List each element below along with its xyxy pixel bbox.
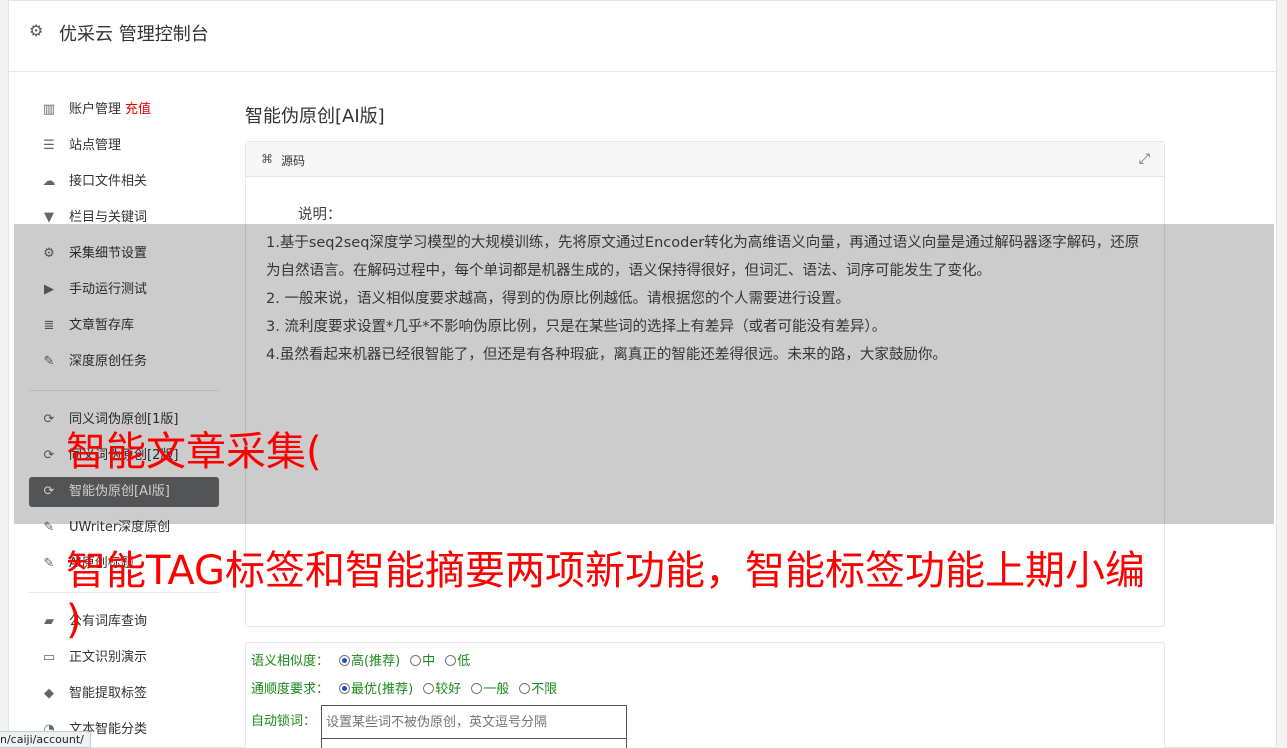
radio-icon[interactable] bbox=[445, 655, 457, 666]
recharge-link[interactable]: 充值 bbox=[125, 102, 151, 117]
file-code-icon: ⌘ bbox=[261, 152, 273, 166]
sidebar-item-label: 正文识别演示 bbox=[69, 650, 148, 665]
radio-icon[interactable] bbox=[410, 655, 422, 666]
sidebar-item-label: 账户管理 bbox=[69, 102, 122, 117]
tag-icon: ◆ bbox=[44, 686, 54, 701]
auto-lock-row: 自动锁词： bbox=[251, 711, 316, 733]
fluency-option-good[interactable]: 较好 bbox=[423, 682, 461, 697]
edit-icon: ✎ bbox=[43, 556, 55, 571]
sidebar-item-account[interactable]: ▥ 账户管理 充值 bbox=[29, 92, 219, 128]
bar-chart-icon: ▥ bbox=[42, 102, 56, 117]
similarity-row: 语义相似度： 高(推荐) 中低 bbox=[251, 651, 470, 673]
similarity-option-low[interactable]: 低 bbox=[445, 654, 470, 669]
panel-header-label: 源码 bbox=[281, 154, 306, 168]
console-title: 优采云 管理控制台 bbox=[59, 24, 209, 45]
status-bar-url: n/caiji/account/ bbox=[0, 731, 91, 748]
page-title: 智能伪原创[AI版] bbox=[245, 106, 385, 127]
grey-overlay bbox=[14, 224, 1274, 524]
radio-icon[interactable] bbox=[339, 655, 351, 666]
sidebar-item-sites[interactable]: ☰ 站点管理 bbox=[29, 128, 219, 164]
panel-header: ⌘ 源码 ⤢ bbox=[246, 142, 1164, 177]
sidebar-item-label: 智能提取标签 bbox=[69, 686, 148, 701]
fluency-option-best[interactable]: 最优(推荐) bbox=[339, 682, 413, 697]
overlay-headline-3: ) bbox=[66, 597, 82, 643]
secondary-input[interactable] bbox=[321, 739, 627, 748]
similarity-option-high[interactable]: 高(推荐) bbox=[339, 654, 400, 669]
monitor-icon: ▭ bbox=[42, 650, 56, 665]
book-icon: ▰ bbox=[44, 614, 54, 629]
auto-lock-input[interactable] bbox=[321, 705, 627, 739]
sidebar-item-text-recognition[interactable]: ▭ 正文识别演示 bbox=[29, 640, 219, 676]
sidebar-item-label: 接口文件相关 bbox=[69, 174, 148, 189]
cloud-upload-icon: ☁ bbox=[42, 174, 56, 189]
similarity-option-mid[interactable]: 中 bbox=[410, 654, 435, 669]
sidebar-item-tag-extract[interactable]: ◆ 智能提取标签 bbox=[29, 676, 219, 712]
sidebar-item-label: 站点管理 bbox=[69, 138, 122, 153]
server-icon: ☰ bbox=[43, 138, 55, 153]
sidebar-item-api-files[interactable]: ☁ 接口文件相关 bbox=[29, 164, 219, 200]
top-bar: ⚙ 优采云 管理控制台 bbox=[9, 1, 1276, 72]
radio-icon[interactable] bbox=[519, 683, 531, 694]
radio-icon[interactable] bbox=[423, 683, 435, 694]
radio-icon[interactable] bbox=[471, 683, 483, 694]
sidebar-item-public-lexicon[interactable]: ▰ 公有词库查询 bbox=[29, 604, 219, 640]
similarity-label: 语义相似度： bbox=[251, 654, 330, 669]
fluency-option-any[interactable]: 不限 bbox=[519, 682, 557, 697]
radio-icon[interactable] bbox=[339, 683, 351, 694]
expand-icon[interactable]: ⤢ bbox=[1139, 151, 1150, 167]
options-form: 语义相似度： 高(推荐) 中低 通顺度要求： 最优(推荐) 较好 一般 不限 自动锁词： bbox=[245, 642, 1165, 748]
fluency-row: 通顺度要求： 最优(推荐) 较好 一般 不限 bbox=[251, 679, 557, 701]
fluency-label: 通顺度要求： bbox=[251, 682, 330, 697]
overlay-headline-1: 智能文章采集( bbox=[66, 429, 322, 475]
fluency-option-normal[interactable]: 一般 bbox=[471, 682, 509, 697]
gear-icon: ⚙ bbox=[29, 21, 44, 40]
overlay-headline-2: 智能TAG标签和智能摘要两项新功能，智能标签功能上期小编 bbox=[66, 548, 1145, 594]
sidebar-item-label: 栏目与关键词 bbox=[69, 210, 148, 225]
auto-lock-label: 自动锁词： bbox=[251, 714, 317, 729]
